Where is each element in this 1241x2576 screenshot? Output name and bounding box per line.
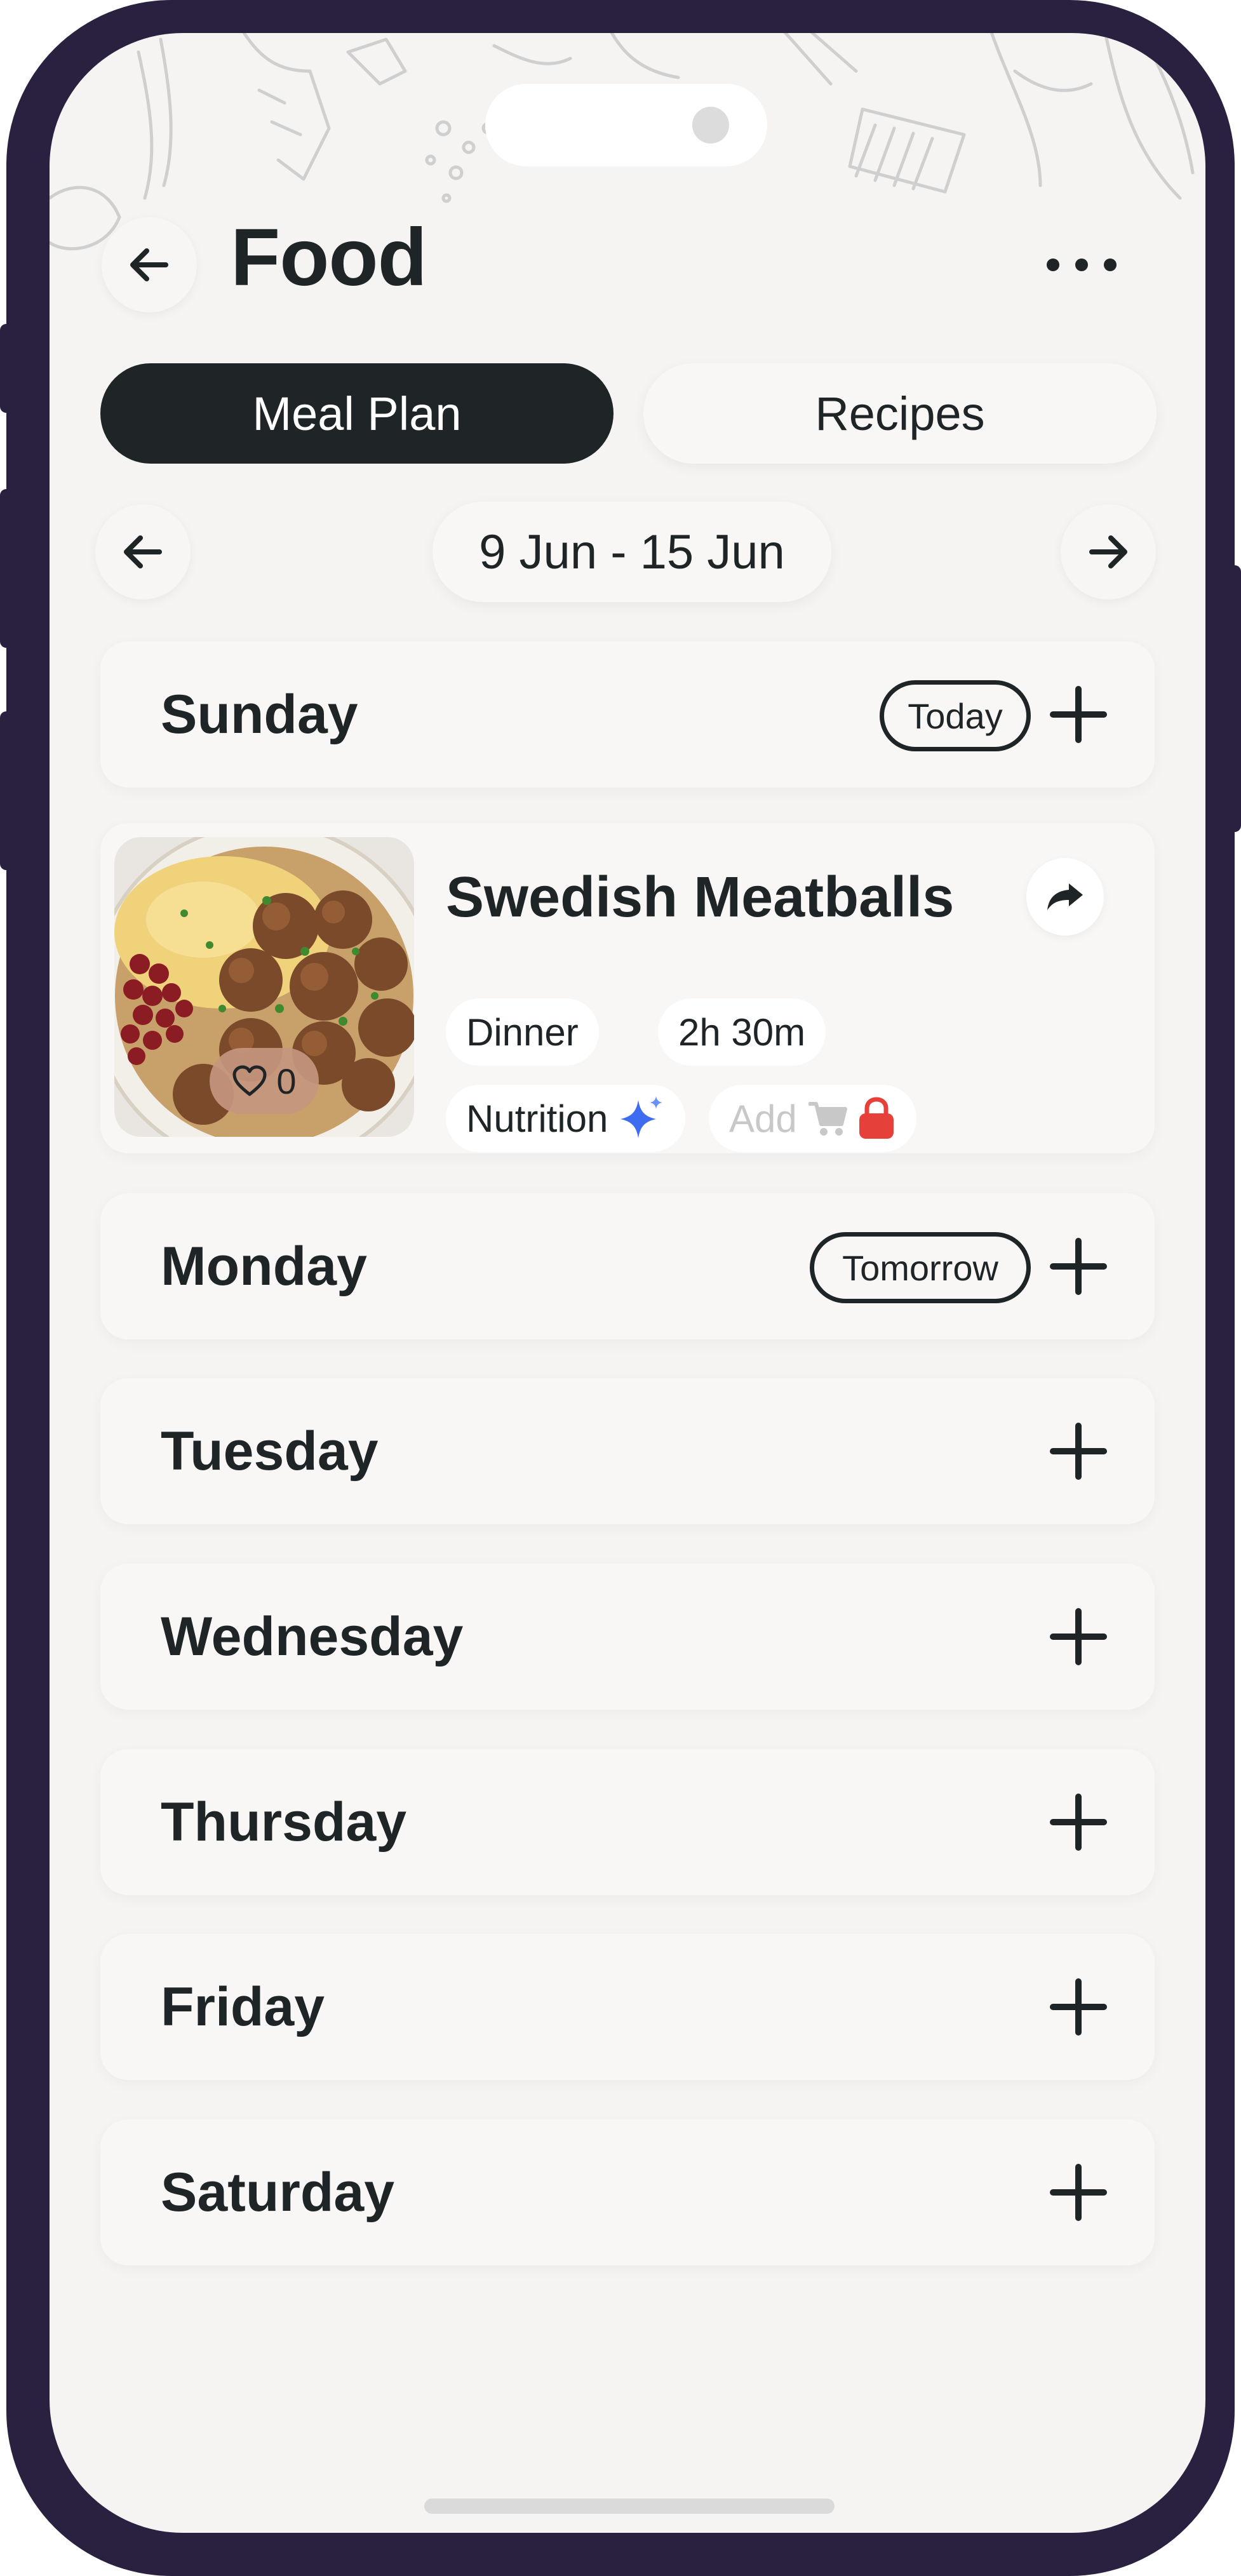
screen: Food Meal Plan Recipes 9 Jun - 15 Jun Su… [50, 33, 1205, 2533]
plus-icon [1050, 1608, 1107, 1665]
cart-icon [808, 1102, 847, 1136]
phone-frame: Food Meal Plan Recipes 9 Jun - 15 Jun Su… [0, 0, 1241, 2576]
arrow-left-icon [124, 535, 162, 568]
plus-icon [1050, 1794, 1107, 1851]
plus-icon [1050, 1978, 1107, 2036]
day-row-saturday[interactable]: Saturday [100, 2119, 1155, 2265]
day-name: Sunday [161, 683, 358, 745]
back-button[interactable] [102, 217, 197, 312]
day-row-monday[interactable]: Monday Tomorrow [100, 1193, 1155, 1339]
power-button [1228, 565, 1241, 832]
sparkle-icon [620, 1096, 663, 1138]
plus-icon [1050, 2164, 1107, 2221]
action-button [0, 324, 13, 413]
add-meal-button[interactable] [1040, 676, 1117, 753]
share-button[interactable] [1026, 858, 1104, 936]
heart-icon [232, 1065, 267, 1096]
ellipsis-icon-dot [1104, 258, 1117, 271]
week-range-label[interactable]: 9 Jun - 15 Jun [433, 502, 831, 602]
lock-icon [859, 1097, 894, 1139]
add-meal-button[interactable] [1040, 1969, 1117, 2045]
add-meal-button[interactable] [1040, 1413, 1117, 1489]
ellipsis-icon-dot [1047, 258, 1059, 271]
tab-recipes[interactable]: Recipes [643, 363, 1157, 464]
duration-label: 2h 30m [678, 1010, 806, 1054]
arrow-right-icon [1089, 535, 1127, 568]
arrow-left-icon [130, 248, 168, 281]
day-row-sunday[interactable]: Sunday Today [100, 641, 1155, 788]
day-row-wednesday[interactable]: Wednesday [100, 1564, 1155, 1710]
like-count: 0 [276, 1061, 297, 1101]
day-row-thursday[interactable]: Thursday [100, 1749, 1155, 1895]
add-meal-button[interactable] [1040, 1784, 1117, 1860]
meal-type-label: Dinner [466, 1010, 579, 1054]
day-name: Saturday [161, 2161, 395, 2223]
volume-up-button [0, 489, 13, 648]
add-to-cart-button[interactable]: Add [709, 1085, 916, 1152]
volume-down-button [0, 711, 13, 870]
tomorrow-badge: Tomorrow [810, 1232, 1031, 1303]
plus-icon [1050, 1423, 1107, 1480]
ellipsis-icon-dot [1075, 258, 1088, 271]
meal-card[interactable]: 0 Swedish Meatballs Dinner 2h 30m Nutrit… [100, 823, 1155, 1153]
meal-title[interactable]: Swedish Meatballs [446, 869, 954, 926]
home-indicator[interactable] [424, 2499, 835, 2514]
like-button[interactable]: 0 [210, 1048, 319, 1114]
day-name: Thursday [161, 1791, 407, 1853]
add-meal-button[interactable] [1040, 2154, 1117, 2231]
next-week-button[interactable] [1061, 504, 1156, 600]
day-name: Friday [161, 1976, 325, 2037]
meal-type-chip: Dinner [446, 998, 599, 1066]
day-row-tuesday[interactable]: Tuesday [100, 1378, 1155, 1524]
nutrition-label: Nutrition [466, 1097, 608, 1140]
day-name: Tuesday [161, 1420, 379, 1482]
share-arrow-icon [1047, 883, 1083, 910]
more-options-button[interactable] [1047, 246, 1117, 284]
duration-chip: 2h 30m [658, 998, 826, 1066]
previous-week-button[interactable] [95, 504, 191, 600]
meal-photo[interactable]: 0 [114, 837, 414, 1137]
nutrition-button[interactable]: Nutrition [446, 1085, 686, 1152]
page-title: Food [231, 212, 427, 303]
today-badge: Today [880, 680, 1031, 751]
day-row-friday[interactable]: Friday [100, 1934, 1155, 2080]
plus-icon [1050, 686, 1107, 743]
camera-dot [692, 107, 729, 144]
tab-meal-plan[interactable]: Meal Plan [100, 363, 614, 464]
dynamic-island [485, 84, 767, 166]
plus-icon [1050, 1238, 1107, 1295]
day-name: Monday [161, 1235, 367, 1297]
add-meal-button[interactable] [1040, 1228, 1117, 1305]
day-name: Wednesday [161, 1606, 464, 1667]
add-label: Add [729, 1097, 797, 1140]
add-meal-button[interactable] [1040, 1599, 1117, 1675]
